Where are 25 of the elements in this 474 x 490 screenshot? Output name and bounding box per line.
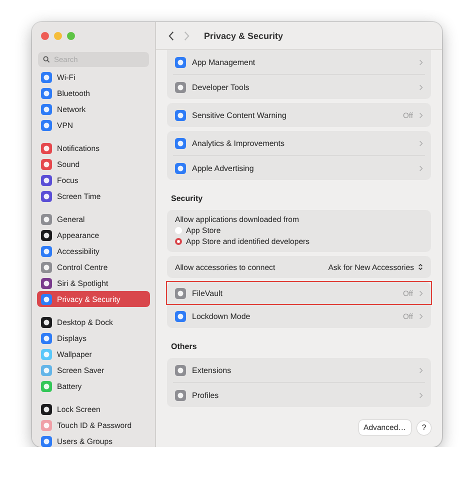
- up-down-arrows-icon: [418, 263, 423, 271]
- chevron-icon: [419, 140, 423, 146]
- section-heading: Security: [171, 194, 204, 203]
- settings-row[interactable]: Extensions: [173, 358, 425, 383]
- settings-row[interactable]: Profiles: [173, 383, 425, 407]
- settings-row[interactable]: Developer Tools: [173, 75, 425, 99]
- back-button[interactable]: [168, 30, 175, 40]
- settings-row[interactable]: Analytics & Improvements: [173, 131, 425, 156]
- chevron-icon: [419, 112, 423, 118]
- chevron-icon: [419, 164, 423, 172]
- close-button[interactable]: [41, 32, 49, 40]
- settings-row[interactable]: App Management: [173, 50, 425, 75]
- chevron-icon: [419, 366, 423, 374]
- chevron-icon: [419, 392, 423, 398]
- settings-row[interactable]: Apple Advertising: [173, 156, 425, 180]
- zoom-button[interactable]: [67, 32, 75, 40]
- section-heading: Others: [171, 342, 198, 351]
- window-title: Privacy & Security: [204, 30, 284, 40]
- forward-button[interactable]: [183, 30, 190, 40]
- search-icon: [43, 56, 50, 63]
- chevron-icon: [419, 58, 423, 66]
- chevron-icon: [419, 312, 423, 320]
- chevron-icon: [419, 290, 423, 296]
- minimize-button[interactable]: [54, 32, 62, 40]
- chevron-icon: [419, 84, 423, 90]
